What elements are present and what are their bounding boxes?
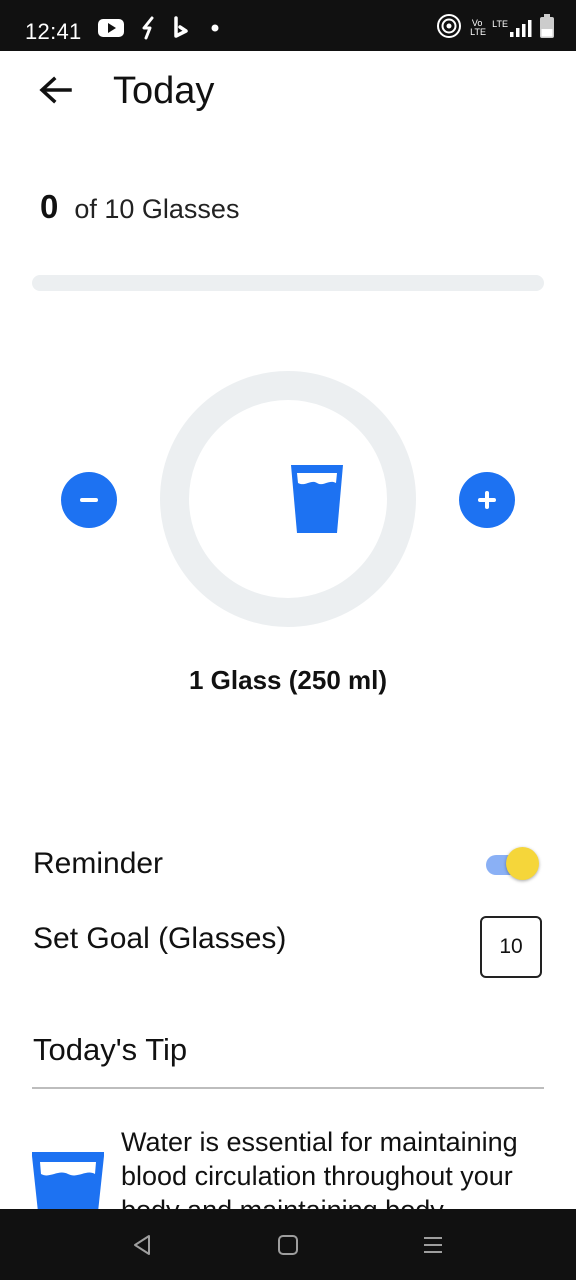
nav-recents-button[interactable] <box>411 1223 455 1267</box>
bing-icon <box>172 16 192 40</box>
page-title: Today <box>113 70 215 112</box>
lte-signal-icon: LTE <box>492 19 532 37</box>
notification-dot-icon <box>210 16 220 40</box>
plus-icon <box>478 491 496 509</box>
goal-input[interactable]: 10 <box>480 916 542 978</box>
goal-text: of 10 Glasses <box>74 194 240 224</box>
add-glass-ring[interactable] <box>160 371 416 627</box>
glass-counter: 0 of 10 Glasses <box>40 188 239 226</box>
toggle-thumb <box>506 847 539 880</box>
reminder-label: Reminder <box>33 847 164 880</box>
battery-icon <box>540 13 554 43</box>
zomato-icon <box>140 16 158 40</box>
glass-size-label: 1 Glass (250 ml) <box>189 665 387 695</box>
water-glass-icon <box>291 465 343 533</box>
reminder-toggle[interactable] <box>486 846 542 882</box>
hotspot-icon <box>436 13 462 44</box>
home-square-icon <box>278 1235 298 1255</box>
divider <box>32 1087 544 1089</box>
glass-count: 0 <box>40 188 59 225</box>
minus-icon <box>80 498 98 502</box>
menu-lines-icon <box>424 1237 442 1253</box>
progress-bar <box>32 275 544 291</box>
back-button[interactable] <box>32 68 80 116</box>
youtube-icon <box>98 16 124 40</box>
add-glass-button[interactable] <box>459 472 515 528</box>
back-triangle-icon <box>134 1235 150 1255</box>
set-goal-label: Set Goal (Glasses) <box>33 922 287 955</box>
tip-title: Today's Tip <box>33 1032 188 1067</box>
status-bar: 12:41 Vo LTE LTE <box>0 0 576 51</box>
status-icons-right: Vo LTE LTE <box>436 13 554 43</box>
volte-icon: Vo LTE <box>470 18 486 37</box>
status-time: 12:41 <box>25 19 82 44</box>
nav-back-button[interactable] <box>120 1223 164 1267</box>
navigation-bar <box>0 1209 576 1280</box>
arrow-left-icon <box>39 76 72 104</box>
water-glass-icon <box>32 1152 104 1212</box>
nav-home-button[interactable] <box>266 1223 310 1267</box>
remove-glass-button[interactable] <box>61 472 117 528</box>
